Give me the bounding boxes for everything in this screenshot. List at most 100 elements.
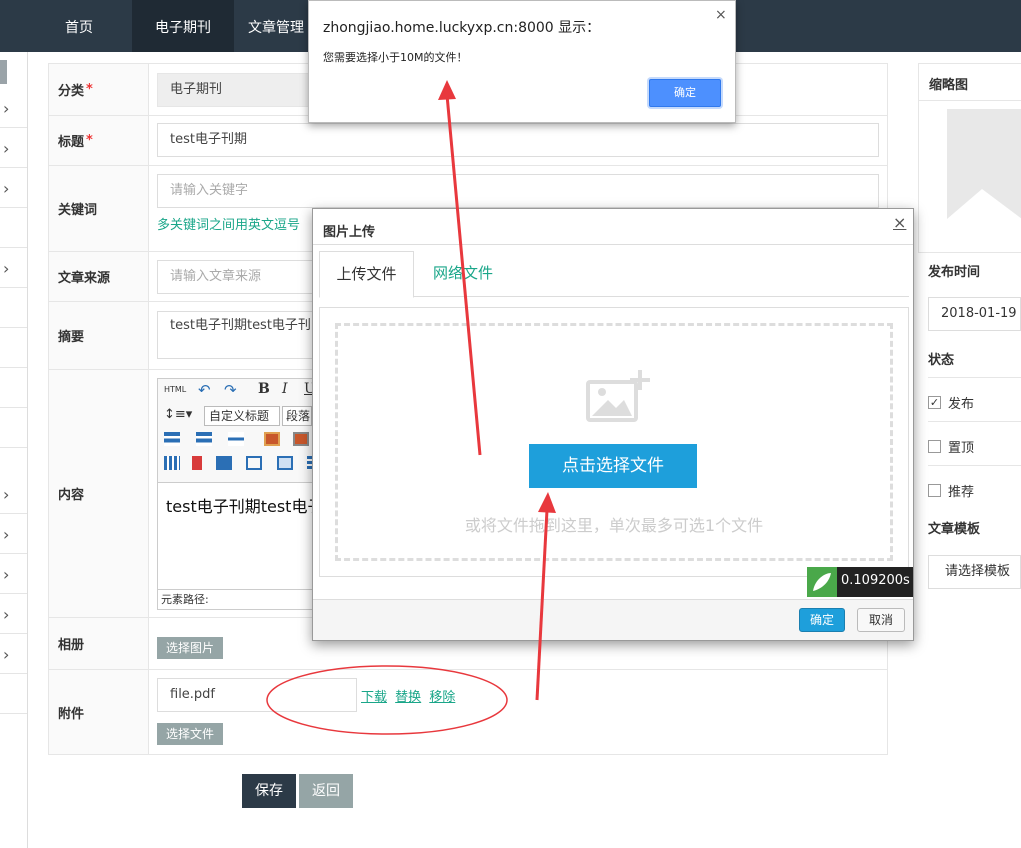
rail-spacer <box>0 676 27 714</box>
attachment-filename: file.pdf <box>157 678 357 712</box>
chevron-right-icon[interactable]: › <box>0 516 27 554</box>
chevron-right-icon[interactable]: › <box>0 130 27 168</box>
keywords-hint: 多关键词之间用英文逗号 <box>157 218 301 233</box>
redo-icon[interactable]: ↷ <box>224 381 237 399</box>
field-label: 内容 <box>49 370 149 617</box>
rail-spacer <box>0 290 27 328</box>
tab-upload-file[interactable]: 上传文件 <box>319 251 414 298</box>
dialog-footer: 确定 取消 <box>313 599 913 640</box>
divider <box>928 421 1021 422</box>
editor-body-text[interactable]: test电子刊期test电子 <box>166 493 323 517</box>
template-select[interactable]: 请选择模板 <box>928 555 1021 589</box>
publish-time-input[interactable]: 2018-01-19 11 <box>928 297 1021 331</box>
image-icon[interactable] <box>264 431 281 446</box>
publish-time-title: 发布时间 <box>928 265 981 280</box>
table-cell-icon[interactable] <box>246 455 263 470</box>
undo-icon[interactable]: ↶ <box>198 381 211 399</box>
drop-zone[interactable]: 点击选择文件 或将文件拖到这里，单次最多可选1个文件 <box>335 323 893 561</box>
chevron-right-icon[interactable]: › <box>0 170 27 208</box>
divider <box>919 100 1021 101</box>
dialog-close-icon[interactable]: × <box>893 213 906 232</box>
dialog-tabs: 上传文件 网络文件 <box>319 251 909 298</box>
browser-alert-dialog: zhongjiao.home.luckyxp.cn:8000 显示： × 您需要… <box>308 0 736 123</box>
delete-col-icon[interactable] <box>192 455 203 470</box>
field-label: 文章来源 <box>49 252 149 301</box>
image-add-icon <box>586 370 650 422</box>
back-button[interactable]: 返回 <box>299 774 353 808</box>
title-input[interactable]: test电子刊期 <box>157 123 879 157</box>
field-label: 标题 * <box>49 116 149 165</box>
alert-ok-button[interactable]: 确定 <box>649 79 721 107</box>
divider <box>928 465 1021 466</box>
rail-spacer <box>0 210 27 248</box>
template-title: 文章模板 <box>928 522 981 537</box>
pick-file-button[interactable]: 点击选择文件 <box>529 444 697 488</box>
image-upload-dialog: 图片上传 × 上传文件 网络文件 点击选择文件 或将文件拖到这里，单次最多可选1… <box>312 208 914 641</box>
line-height-icon[interactable]: ↕≡▾ <box>164 407 192 422</box>
status-option-label: 推荐 <box>948 485 975 500</box>
keywords-input[interactable]: 请输入关键字 <box>157 174 879 208</box>
multi-image-icon[interactable] <box>292 431 309 446</box>
table-row-icon[interactable] <box>216 455 233 470</box>
chevron-right-icon[interactable]: › <box>0 476 27 514</box>
insert-table-icon[interactable] <box>164 455 180 470</box>
drop-hint: 或将文件拖到这里，单次最多可选1个文件 <box>464 516 764 535</box>
chevron-right-icon[interactable]: › <box>0 250 27 288</box>
dialog-ok-button[interactable]: 确定 <box>799 608 845 632</box>
rail-active-marker <box>0 60 7 84</box>
select-image-button[interactable]: 选择图片 <box>157 637 224 659</box>
dialog-title: 图片上传 <box>323 225 376 240</box>
align-center-icon[interactable] <box>196 431 213 446</box>
rail-spacer <box>0 410 27 448</box>
status-title: 状态 <box>928 353 955 368</box>
replace-link[interactable]: 替换 <box>395 690 421 705</box>
chevron-right-icon[interactable]: › <box>0 556 27 594</box>
nav-tab-home[interactable]: 首页 <box>28 0 130 52</box>
dialog-header: 图片上传 × <box>313 209 913 245</box>
thumbnail-panel: 缩略图 <box>918 63 1021 253</box>
field-label: 附件 <box>49 670 149 754</box>
dialog-cancel-button[interactable]: 取消 <box>857 608 905 632</box>
italic-icon[interactable]: I <box>282 381 288 397</box>
left-sidebar-rail: › › › › › › › › › <box>0 52 28 848</box>
thumbnail-title: 缩略图 <box>929 78 969 93</box>
chevron-right-icon[interactable]: › <box>0 636 27 674</box>
rail-spacer <box>0 330 27 368</box>
alert-message: 您需要选择小于10M的文件！ <box>323 51 468 64</box>
rail-spacer <box>0 370 27 408</box>
thumbnail-placeholder-image[interactable] <box>947 109 1021 245</box>
field-label: 关键词 <box>49 166 149 251</box>
field-label: 相册 <box>49 618 149 669</box>
chevron-right-icon[interactable]: › <box>0 596 27 634</box>
html-source-button[interactable]: HTML <box>164 385 186 394</box>
bold-icon[interactable]: B <box>258 381 270 397</box>
chevron-right-icon[interactable]: › <box>0 90 27 128</box>
save-button[interactable]: 保存 <box>242 774 296 808</box>
status-option-label: 置顶 <box>948 441 975 456</box>
form-row-attachment: 附件 file.pdf 下载 替换 移除 选择文件 <box>49 670 887 754</box>
timer-text: 0.109200s <box>841 573 910 588</box>
recommend-checkbox[interactable] <box>928 484 941 497</box>
alert-title: zhongjiao.home.luckyxp.cn:8000 显示： <box>323 20 601 36</box>
paragraph-select[interactable]: 段落 <box>282 406 312 426</box>
nav-tab-ejournal[interactable]: 电子期刊 <box>132 0 234 52</box>
select-file-button[interactable]: 选择文件 <box>157 723 224 745</box>
field-label: 摘要 <box>49 302 149 369</box>
heading-select[interactable]: 自定义标题 <box>204 406 280 426</box>
download-link[interactable]: 下载 <box>361 690 387 705</box>
form-row-title: 标题 * test电子刊期 <box>49 116 887 166</box>
tab-network-file[interactable]: 网络文件 <box>433 251 493 295</box>
publish-checkbox[interactable]: ✓ <box>928 396 941 409</box>
remove-link[interactable]: 移除 <box>429 690 455 705</box>
alert-close-icon[interactable]: × <box>715 7 727 23</box>
nav-tab-article-mgmt[interactable]: 文章管理 <box>236 0 316 52</box>
status-option-label: 发布 <box>948 397 975 412</box>
right-sidebar: 缩略图 发布时间 2018-01-19 11 状态 ✓ 发布 置顶 推荐 文章模… <box>918 63 1021 593</box>
horizontal-rule-icon[interactable] <box>228 431 245 446</box>
pin-top-checkbox[interactable] <box>928 440 941 453</box>
editor-toolbar-row4 <box>164 455 327 470</box>
field-label: 分类 * <box>49 64 149 115</box>
align-left-icon[interactable] <box>164 431 180 446</box>
merge-cells-icon[interactable] <box>276 455 293 470</box>
leaf-logo-icon <box>807 567 837 597</box>
